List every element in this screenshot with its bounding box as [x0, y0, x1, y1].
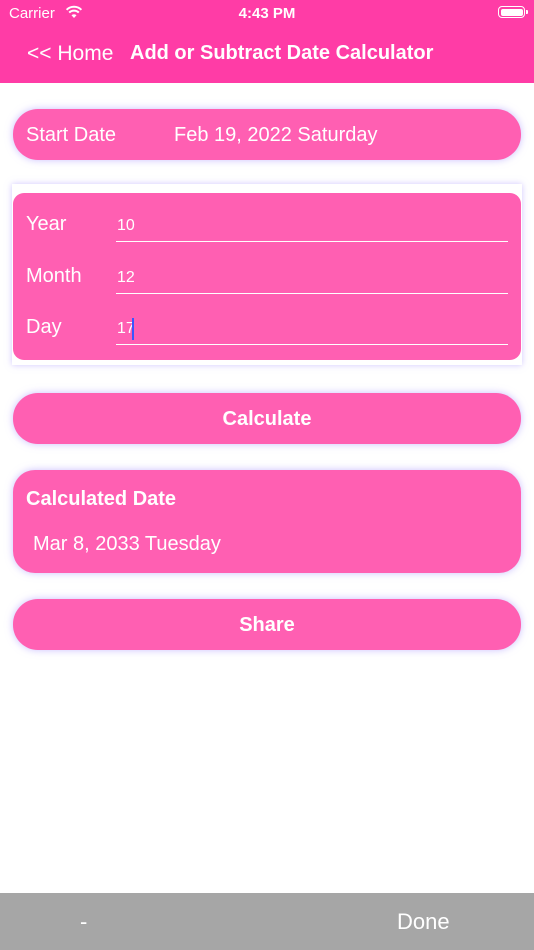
page-title: Add or Subtract Date Calculator: [130, 42, 434, 64]
day-row: Day: [13, 308, 521, 348]
top-bar: Carrier 4:43 PM << Home Add or Subtract …: [0, 0, 534, 83]
status-bar: Carrier 4:43 PM: [0, 0, 534, 28]
month-label: Month: [26, 265, 82, 287]
battery-icon: [498, 6, 528, 18]
year-input[interactable]: [116, 211, 508, 242]
month-input[interactable]: [116, 263, 508, 294]
home-back-button[interactable]: << Home: [27, 42, 113, 66]
text-cursor: [132, 318, 134, 340]
start-date-value[interactable]: Feb 19, 2022 Saturday: [174, 124, 377, 147]
year-row: Year: [13, 205, 521, 245]
day-label: Day: [26, 316, 62, 338]
nav-bar: << Home Add or Subtract Date Calculator: [0, 40, 534, 70]
minus-button[interactable]: -: [80, 909, 87, 935]
result-value: Mar 8, 2033 Tuesday: [33, 533, 221, 555]
done-button[interactable]: Done: [397, 909, 450, 935]
year-label: Year: [26, 213, 67, 235]
share-button[interactable]: Share: [13, 599, 521, 650]
input-panel: Year Month Day: [13, 193, 521, 360]
start-date-label: Start Date: [26, 124, 117, 146]
start-date-row[interactable]: Start Date Feb 19, 2022 Saturday: [13, 109, 521, 160]
day-input[interactable]: [116, 314, 508, 345]
calculate-button[interactable]: Calculate: [13, 393, 521, 444]
keyboard-toolbar: - Done: [0, 893, 534, 950]
month-row: Month: [13, 257, 521, 297]
status-time: 4:43 PM: [238, 5, 296, 22]
result-card: Calculated Date Mar 8, 2033 Tuesday: [13, 470, 521, 573]
result-title: Calculated Date: [26, 488, 177, 510]
